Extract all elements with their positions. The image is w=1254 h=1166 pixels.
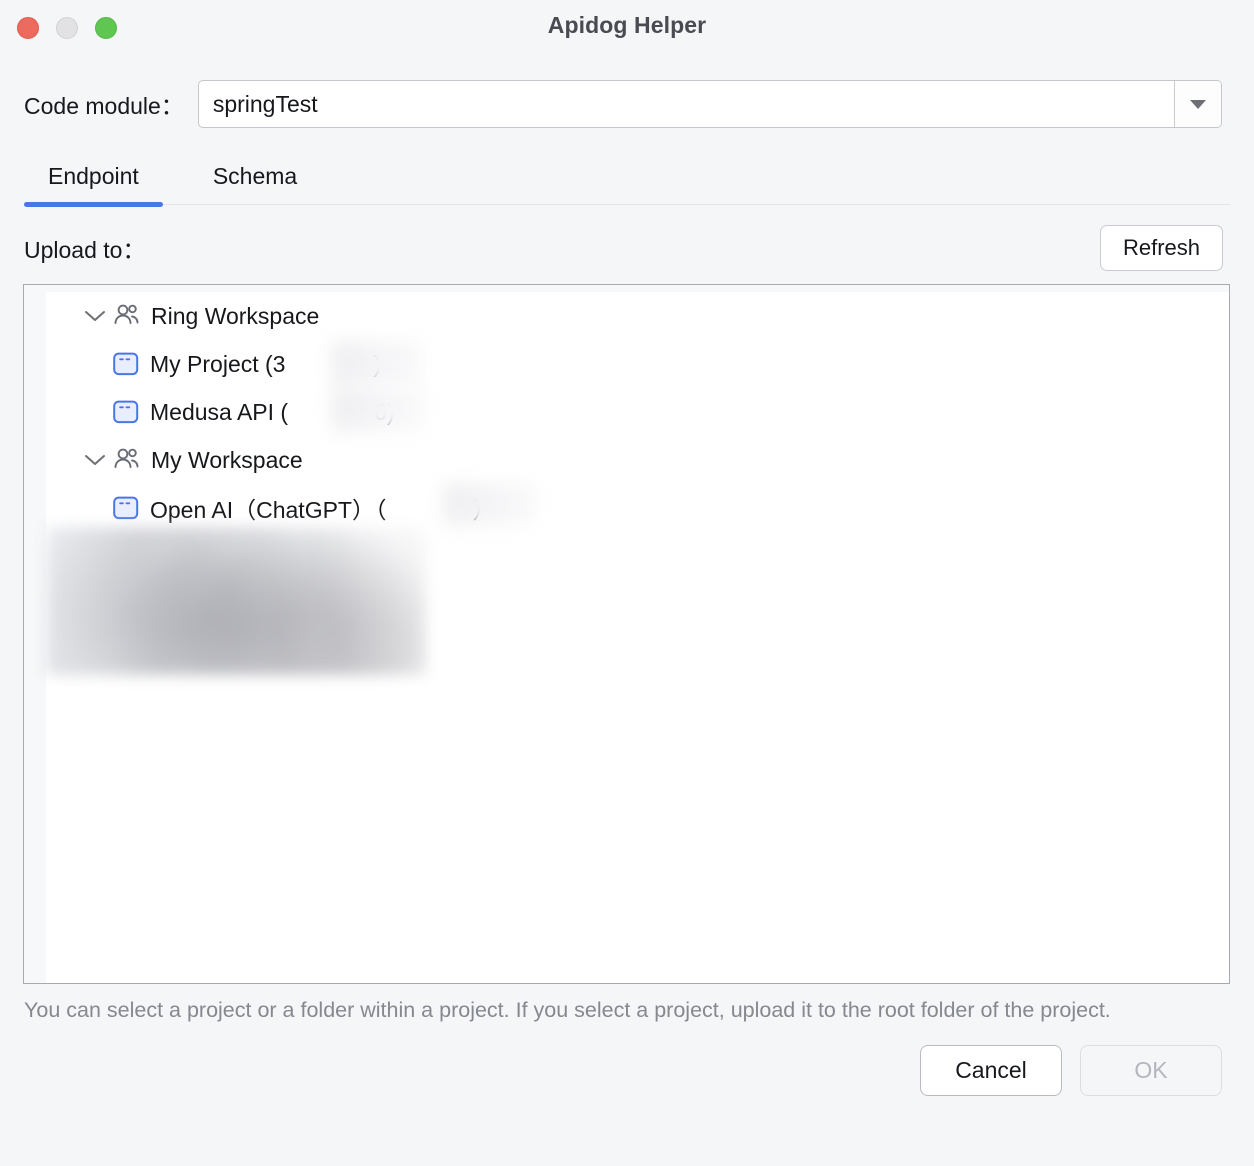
ok-button[interactable]: OK (1080, 1045, 1222, 1096)
chevron-down-icon[interactable] (78, 453, 112, 467)
tree-item-my-project[interactable]: My Project (3 ) (24, 340, 1229, 388)
chevron-down-icon[interactable] (78, 309, 112, 323)
tree-item-label-suffix: 6) (374, 398, 395, 425)
upload-to-label: Upload to： (24, 237, 146, 263)
tree-item-my-workspace[interactable]: My Workspace (24, 436, 1229, 484)
tab-schema-label: Schema (212, 163, 298, 189)
project-tree-content: Ring Workspace My Project (3 ) Medusa AP… (46, 292, 1229, 983)
code-module-label: Code module： (24, 93, 184, 119)
tree-item-label: My Workspace (151, 446, 303, 473)
chevron-down-icon[interactable] (1174, 81, 1221, 127)
tab-endpoint-label: Endpoint (48, 163, 139, 189)
cancel-button[interactable]: Cancel (920, 1045, 1062, 1096)
title-bar: Apidog Helper (0, 0, 1254, 56)
project-tree-rows: Ring Workspace My Project (3 ) Medusa AP… (24, 292, 1229, 532)
hint-text: You can select a project or a folder wit… (24, 998, 1111, 1022)
project-icon (112, 351, 140, 377)
refresh-button[interactable]: Refresh (1099, 225, 1223, 271)
project-icon (112, 399, 140, 425)
tab-endpoint[interactable]: Endpoint (24, 157, 163, 207)
code-module-value[interactable]: springTest (199, 81, 1174, 127)
code-module-row: Code module： springTest (0, 77, 1254, 131)
upload-to-row: Upload to： Refresh (0, 220, 1254, 276)
workspace-people-icon (112, 445, 142, 475)
tree-item-ring-workspace[interactable]: Ring Workspace (24, 292, 1229, 340)
code-module-combobox[interactable]: springTest (197, 80, 1222, 128)
tree-item-label-suffix: ) (373, 350, 382, 377)
tab-schema[interactable]: Schema (189, 157, 321, 204)
window-title: Apidog Helper (547, 12, 707, 38)
tree-item-open-ai[interactable]: Open AI（ChatGPT）（ ） (24, 484, 1229, 532)
workspace-people-icon (112, 301, 142, 331)
tree-item-medusa-api[interactable]: Medusa API ( 6) (24, 388, 1229, 436)
dialog-footer: Cancel OK (0, 1045, 1254, 1096)
tree-item-label-suffix: ） (472, 497, 496, 523)
project-icon (112, 495, 140, 521)
tree-item-label: Ring Workspace (151, 302, 320, 329)
tab-bar: Endpoint Schema (0, 157, 1254, 207)
redacted-region (46, 527, 426, 675)
tree-item-label: Open AI（ChatGPT）（ (150, 497, 387, 523)
tree-item-label: My Project (3 (150, 350, 286, 377)
project-tree-panel[interactable]: Ring Workspace My Project (3 ) Medusa AP… (23, 284, 1230, 984)
tree-item-label: Medusa API ( (150, 398, 289, 425)
